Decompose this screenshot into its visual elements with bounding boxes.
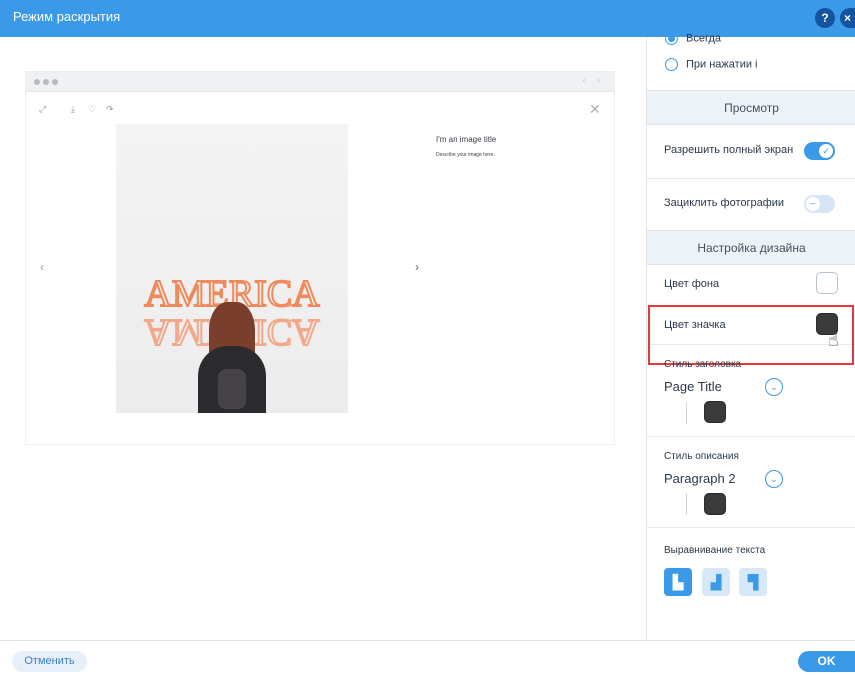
settings-panel: Всегда При нажатии і Просмотр Разрешить … — [646, 32, 855, 640]
footer-bar: Отменить OK — [0, 640, 855, 675]
close-button[interactable]: × — [840, 8, 855, 28]
lightbox-preview: ‹ › ⤢ ⤓ ♡ ↷ ✕ ‹ › AMERICA AMERICA I'm an… — [25, 71, 615, 445]
expand-icon: ⤢ — [39, 104, 47, 114]
chevron-down-icon[interactable]: ⌄ — [765, 378, 783, 396]
window-dot-icon — [52, 79, 58, 85]
desc-color-swatch[interactable] — [704, 493, 726, 515]
bg-color-swatch[interactable] — [816, 272, 838, 294]
align-right-button[interactable]: ▜ — [739, 568, 767, 596]
radio-option-always[interactable]: Всегда — [665, 32, 721, 45]
desc-style-label: Стиль описания — [664, 451, 739, 462]
cancel-button[interactable]: Отменить — [12, 651, 87, 672]
image-description: Describe your image here. — [436, 152, 495, 158]
row-allow-fullscreen: Разрешить полный экран — [647, 126, 855, 179]
align-left-button[interactable]: ▙ — [664, 568, 692, 596]
allow-fullscreen-label: Разрешить полный экран — [664, 144, 794, 156]
section-design: Настройка дизайна — [647, 230, 855, 265]
divider — [686, 402, 687, 424]
radio-label: При нажатии і — [686, 58, 758, 71]
allow-fullscreen-toggle[interactable] — [804, 142, 835, 160]
title-bar: Режим раскрытия ? × — [0, 0, 855, 37]
title-color-swatch[interactable] — [704, 401, 726, 423]
desc-font-name[interactable]: Paragraph 2 — [664, 471, 736, 486]
chevron-down-icon[interactable]: ⌄ — [765, 470, 783, 488]
preview-photo: AMERICA AMERICA — [116, 124, 348, 413]
window-dot-icon — [34, 79, 40, 85]
divider — [686, 493, 687, 515]
radio-option-on-click[interactable]: При нажатии і — [665, 58, 757, 71]
text-align-label: Выравнивание текста — [664, 545, 766, 556]
browser-bar: ‹ › — [26, 72, 614, 92]
browser-nav-arrows-icon: ‹ › — [582, 75, 604, 86]
loop-photos-label: Зациклить фотографии — [664, 197, 785, 209]
ok-button[interactable]: OK — [798, 651, 855, 672]
title-font-name[interactable]: Page Title — [664, 379, 722, 394]
align-center-button[interactable]: ▟ — [702, 568, 730, 596]
radio-label: Всегда — [686, 32, 722, 45]
share-icon: ↷ — [106, 104, 114, 114]
prev-arrow-icon: ‹ — [40, 260, 44, 274]
next-arrow-icon: › — [415, 260, 419, 274]
row-loop-photos: Зациклить фотографии — [647, 179, 855, 231]
radio-icon[interactable] — [665, 58, 678, 71]
row-bg-color: Цвет фона — [647, 266, 855, 307]
bg-color-label: Цвет фона — [664, 278, 720, 290]
image-title: I'm an image title — [436, 135, 497, 144]
window-dot-icon — [43, 79, 49, 85]
heart-icon: ♡ — [88, 104, 97, 114]
row-desc-style: Стиль описания Paragraph 2 ⌄ — [647, 437, 855, 528]
download-icon: ⤓ — [71, 104, 75, 114]
radio-icon[interactable] — [665, 32, 678, 45]
window-title: Режим раскрытия — [13, 9, 121, 24]
backpack — [218, 369, 246, 409]
title-style-label: Стиль заголовка — [664, 359, 742, 370]
loop-photos-toggle[interactable] — [804, 195, 835, 213]
section-view: Просмотр — [647, 90, 855, 125]
row-title-style: Стиль заголовка Page Title ⌄ — [647, 345, 855, 437]
help-button[interactable]: ? — [815, 8, 835, 28]
close-icon: ✕ — [589, 101, 601, 117]
